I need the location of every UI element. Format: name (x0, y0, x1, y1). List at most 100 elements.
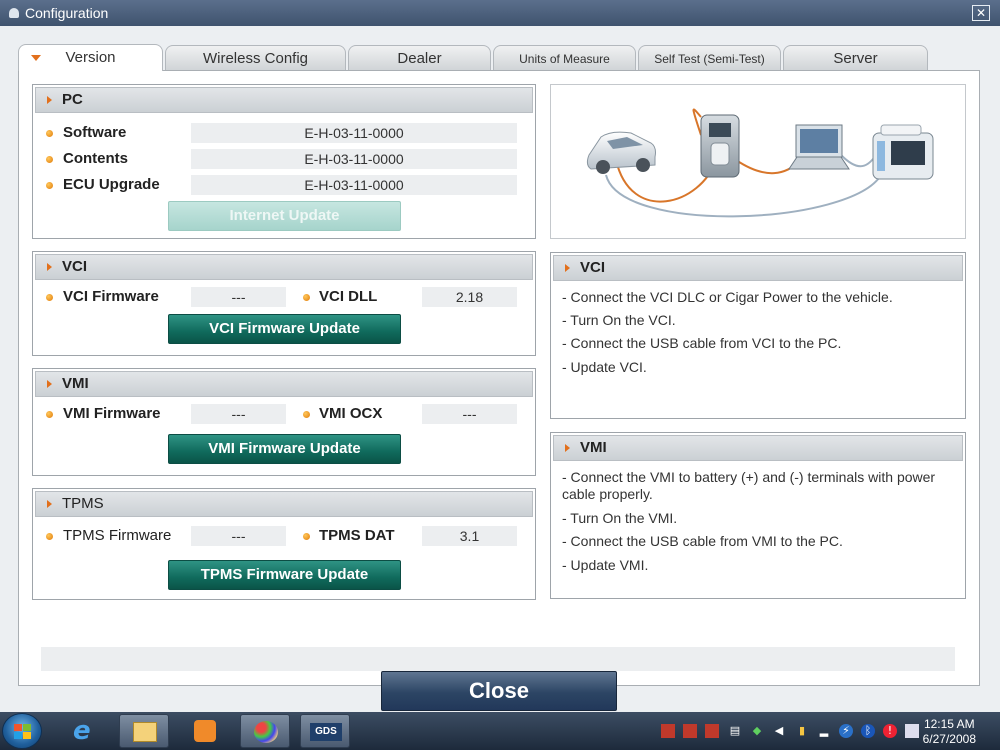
bullet-icon (46, 411, 53, 418)
version-panel: PC Software E-H-03-11-0000 Contents E-H-… (18, 70, 980, 686)
vci-header: VCI (35, 254, 533, 280)
tray-lightning-icon[interactable]: ⚡ (839, 724, 853, 738)
vci-info-step: - Connect the VCI DLC or Cigar Power to … (562, 289, 893, 305)
status-bar (41, 647, 955, 671)
vci-firmware-value: --- (191, 287, 286, 307)
car-icon (586, 131, 656, 174)
tpms-section: TPMS TPMS Firmware --- TPMS DAT 3.1 TPMS… (32, 488, 536, 600)
ecu-upgrade-value: E-H-03-11-0000 (191, 175, 517, 195)
tray-alert-icon[interactable]: ! (883, 724, 897, 738)
vmi-device-icon (872, 124, 934, 180)
vci-info-step: - Connect the USB cable from VCI to the … (562, 335, 842, 351)
app-icon (9, 8, 19, 18)
tab-server[interactable]: Server (783, 45, 928, 71)
vci-device-icon (700, 114, 740, 178)
section-arrow-icon (565, 264, 570, 272)
tray-signal-icon[interactable]: ▂ (817, 724, 831, 738)
bullet-icon (46, 294, 53, 301)
clock-date: 6/27/2008 (922, 732, 976, 746)
tray-app-icon[interactable] (683, 724, 697, 738)
vci-dll-label: VCI DLL (319, 288, 378, 305)
pc-header: PC (35, 87, 533, 113)
system-clock[interactable]: 12:15 AM 6/27/2008 (923, 717, 976, 747)
tpms-firmware-update-button[interactable]: TPMS Firmware Update (168, 560, 401, 590)
close-button[interactable]: Close (381, 671, 617, 711)
device-connection-diagram (586, 108, 934, 218)
tab-active-arrow-icon (31, 55, 41, 61)
contents-value: E-H-03-11-0000 (191, 149, 517, 169)
configuration-window: Version Wireless Config Dealer Units of … (0, 26, 1000, 712)
vci-info-header: VCI (553, 255, 963, 281)
vmi-info-step: - Update VMI. (562, 557, 649, 573)
vmi-firmware-update-button[interactable]: VMI Firmware Update (168, 434, 401, 464)
laptop-icon (788, 124, 850, 170)
vmi-info-section: VMI - Connect the VMI to battery (+) and… (550, 432, 966, 599)
tab-self-test[interactable]: Self Test (Semi-Test) (638, 45, 781, 71)
tray-app-icon[interactable] (661, 724, 675, 738)
vmi-info-step: - Connect the VMI to battery (+) and (-)… (562, 469, 936, 502)
pc-section: PC Software E-H-03-11-0000 Contents E-H-… (32, 84, 536, 239)
ecu-upgrade-label: ECU Upgrade (63, 176, 160, 193)
vci-firmware-update-button[interactable]: VCI Firmware Update (168, 314, 401, 344)
vci-info-section: VCI - Connect the VCI DLC or Cigar Power… (550, 252, 966, 419)
paint-icon[interactable] (240, 714, 290, 748)
bullet-icon (303, 533, 310, 540)
tab-version[interactable]: Version (18, 44, 163, 71)
system-tray: ▤ ◆ ◀ ▮ ▂ ⚡ ᛒ ! 12:15 AM 6/27/2008 (655, 712, 1000, 750)
vmi-section: VMI VMI Firmware --- VMI OCX --- VMI Fir… (32, 368, 536, 476)
vci-info-step: - Turn On the VCI. (562, 312, 676, 328)
media-player-icon[interactable] (180, 714, 230, 748)
section-arrow-icon (47, 500, 52, 508)
software-label: Software (63, 124, 127, 141)
tab-dealer[interactable]: Dealer (348, 45, 491, 71)
window-close-icon[interactable]: ✕ (972, 5, 990, 21)
tpms-firmware-value: --- (191, 526, 286, 546)
tray-network-icon[interactable]: ◆ (750, 724, 764, 738)
tab-units-of-measure[interactable]: Units of Measure (493, 45, 636, 71)
tpms-dat-value: 3.1 (422, 526, 517, 546)
vmi-info-header: VMI (553, 435, 963, 461)
tpms-header: TPMS (35, 491, 533, 517)
vci-firmware-label: VCI Firmware (63, 288, 159, 305)
start-button[interactable] (2, 713, 42, 749)
vmi-firmware-label: VMI Firmware (63, 405, 161, 422)
vci-info-step: - Update VCI. (562, 359, 647, 375)
bullet-icon (46, 182, 53, 189)
vmi-header: VMI (35, 371, 533, 397)
vmi-ocx-value: --- (422, 404, 517, 424)
taskbar: e GDS ▤ ◆ ◀ ▮ ▂ ⚡ ᛒ ! 12:15 AM 6/27/2008 (0, 712, 1000, 750)
window-titlebar: Configuration ✕ (0, 0, 1000, 26)
tab-wireless-config[interactable]: Wireless Config (165, 45, 346, 71)
section-arrow-icon (47, 263, 52, 271)
tpms-firmware-label: TPMS Firmware (63, 527, 172, 544)
gds-app-icon[interactable]: GDS (300, 714, 350, 748)
tray-document-icon[interactable]: ▤ (728, 724, 742, 738)
vmi-ocx-label: VMI OCX (319, 405, 383, 422)
software-value: E-H-03-11-0000 (191, 123, 517, 143)
bullet-icon (303, 294, 310, 301)
vci-section: VCI VCI Firmware --- VCI DLL 2.18 VCI Fi… (32, 251, 536, 356)
window-title: Configuration (25, 5, 109, 21)
internet-explorer-icon[interactable]: e (62, 714, 112, 748)
section-arrow-icon (565, 444, 570, 452)
tray-volume-icon[interactable]: ◀ (772, 724, 786, 738)
vci-dll-value: 2.18 (422, 287, 517, 307)
tray-bluetooth-icon[interactable]: ᛒ (861, 724, 875, 738)
connection-illustration (550, 84, 966, 239)
internet-update-button[interactable]: Internet Update (168, 201, 401, 231)
section-arrow-icon (47, 380, 52, 388)
section-arrow-icon (47, 96, 52, 104)
vmi-info-step: - Connect the USB cable from VMI to the … (562, 533, 843, 549)
tray-app-icon[interactable] (705, 724, 719, 738)
bullet-icon (303, 411, 310, 418)
bullet-icon (46, 156, 53, 163)
clock-time: 12:15 AM (923, 717, 975, 731)
file-explorer-icon[interactable] (119, 714, 169, 748)
tray-disconnect-icon[interactable] (905, 724, 919, 738)
bullet-icon (46, 533, 53, 540)
vmi-info-step: - Turn On the VMI. (562, 510, 678, 526)
windows-logo-icon (14, 724, 32, 740)
tray-power-icon[interactable]: ▮ (795, 724, 809, 738)
bullet-icon (46, 130, 53, 137)
contents-label: Contents (63, 150, 128, 167)
